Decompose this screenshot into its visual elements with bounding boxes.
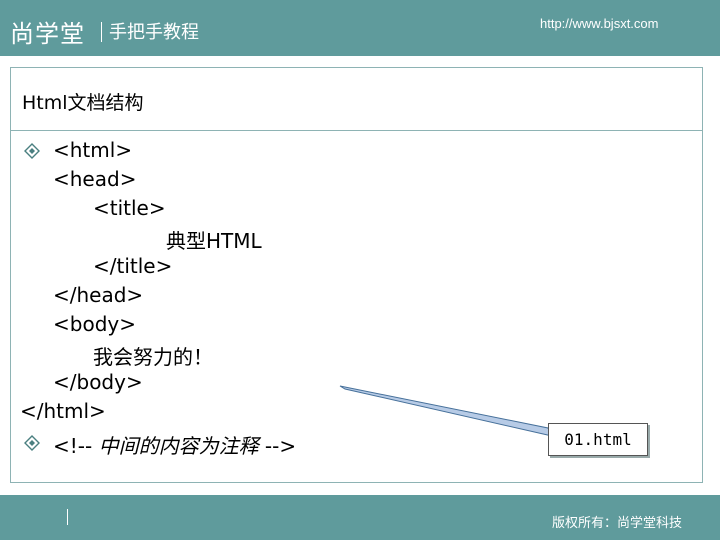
header-tagline: 手把手教程 [109, 22, 199, 43]
code-line-body-open: <body> [53, 312, 136, 336]
diamond-bullet-icon [24, 435, 40, 451]
header-url: http://www.bjsxt.com [540, 16, 659, 31]
brand-logo-text: 尚学堂 [10, 20, 85, 48]
comment-line: <!-- 中间的内容为注释 --> [53, 430, 296, 459]
title-divider [11, 130, 702, 131]
diamond-bullet-icon [24, 143, 40, 159]
code-line-html-close: </html> [20, 399, 106, 423]
code-line-title-close: </title> [93, 254, 173, 278]
callout-filename: 01.html [548, 423, 648, 456]
header-separator [101, 22, 102, 42]
code-line-head-close: </head> [53, 283, 144, 307]
comment-open: <!-- [53, 434, 99, 458]
code-line-title-open: <title> [93, 196, 166, 220]
footer-copyright: 版权所有：尚学堂科技 [552, 516, 683, 531]
comment-text: 中间的内容为注释 [98, 434, 259, 458]
comment-close: --> [258, 434, 297, 458]
code-line-html-open: <html> [53, 138, 133, 162]
code-line-head-open: <head> [53, 167, 137, 191]
code-line-title-text: 典型HTML [166, 229, 262, 253]
slide-title: Html文档结构 [22, 92, 144, 114]
code-line-body-text: 我会努力的！ [93, 345, 213, 369]
footer-marker [67, 509, 68, 525]
code-line-body-close: </body> [53, 370, 143, 394]
